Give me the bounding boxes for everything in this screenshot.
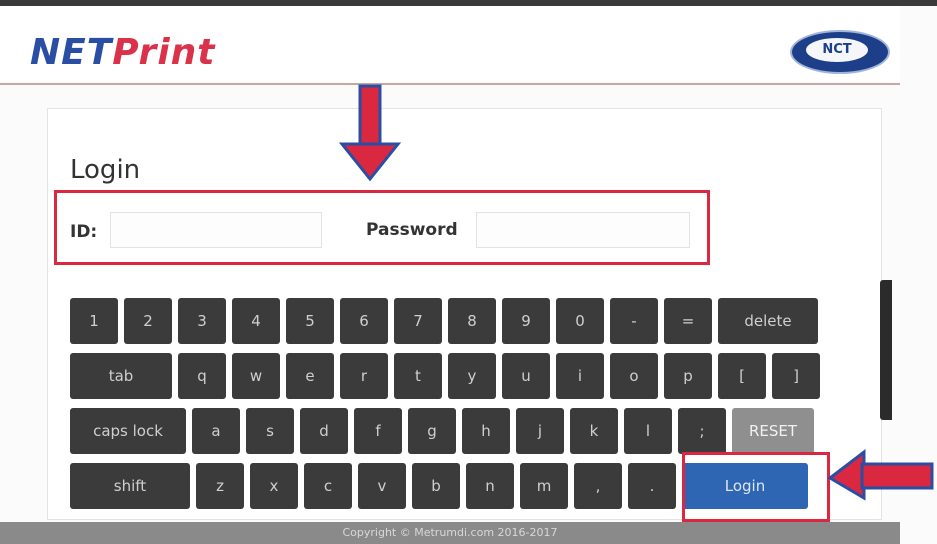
password-input[interactable] [476,212,690,248]
logo-print-text: Print [112,32,216,73]
key-capslock[interactable]: caps lock [70,408,186,454]
key-sym10[interactable]: ; [678,408,726,454]
key-n[interactable]: n [466,463,514,509]
key-y[interactable]: y [448,353,496,399]
key-delete[interactable]: delete [718,298,818,344]
key-sym8[interactable]: , [574,463,622,509]
key-i[interactable]: i [556,353,604,399]
header-divider [0,83,900,85]
key-c[interactable]: c [304,463,352,509]
key-sym9[interactable]: . [628,463,676,509]
key-p[interactable]: p [664,353,712,399]
key-w[interactable]: w [232,353,280,399]
key-l[interactable]: l [624,408,672,454]
key-5[interactable]: 5 [286,298,334,344]
key-0[interactable]: 0 [556,298,604,344]
password-label: Password [366,220,458,240]
key-m[interactable]: m [520,463,568,509]
key-j[interactable]: j [516,408,564,454]
key-sym10[interactable]: - [610,298,658,344]
key-3[interactable]: 3 [178,298,226,344]
id-input[interactable] [110,212,322,248]
logo-net-text: NET [30,32,113,73]
key-9[interactable]: 9 [502,298,550,344]
key-tab[interactable]: tab [70,353,172,399]
key-a[interactable]: a [192,408,240,454]
key-g[interactable]: g [408,408,456,454]
login-button-highlight-box [682,452,830,522]
key-k[interactable]: k [570,408,618,454]
key-o[interactable]: o [610,353,658,399]
key-sym11[interactable]: = [664,298,712,344]
brand-badge-text: NCT [806,38,868,62]
key-shift[interactable]: shift [70,463,190,509]
key-u[interactable]: u [502,353,550,399]
nct-brand-logo: NCT [790,30,890,74]
key-r[interactable]: r [340,353,388,399]
copyright-footer: Copyright © Metrumdi.com 2016-2017 [0,522,900,544]
key-e[interactable]: e [286,353,334,399]
key-8[interactable]: 8 [448,298,496,344]
key-f[interactable]: f [354,408,402,454]
key-sym11[interactable]: [ [718,353,766,399]
key-x[interactable]: x [250,463,298,509]
key-q[interactable]: q [178,353,226,399]
down-arrow-annotation [338,84,402,182]
netprint-logo: NETPrint [30,32,216,73]
key-sym12[interactable]: ] [772,353,820,399]
key-v[interactable]: v [358,463,406,509]
left-arrow-annotation [827,448,934,501]
key-7[interactable]: 7 [394,298,442,344]
key-t[interactable]: t [394,353,442,399]
login-title: Login [70,155,141,185]
id-label: ID: [70,222,98,242]
key-z[interactable]: z [196,463,244,509]
app-header: NETPrint NCT [0,6,900,82]
side-scroll-tab[interactable] [880,280,892,420]
key-h[interactable]: h [462,408,510,454]
reset-key[interactable]: RESET [732,408,814,454]
key-b[interactable]: b [412,463,460,509]
key-2[interactable]: 2 [124,298,172,344]
key-4[interactable]: 4 [232,298,280,344]
key-6[interactable]: 6 [340,298,388,344]
key-d[interactable]: d [300,408,348,454]
key-1[interactable]: 1 [70,298,118,344]
key-s[interactable]: s [246,408,294,454]
